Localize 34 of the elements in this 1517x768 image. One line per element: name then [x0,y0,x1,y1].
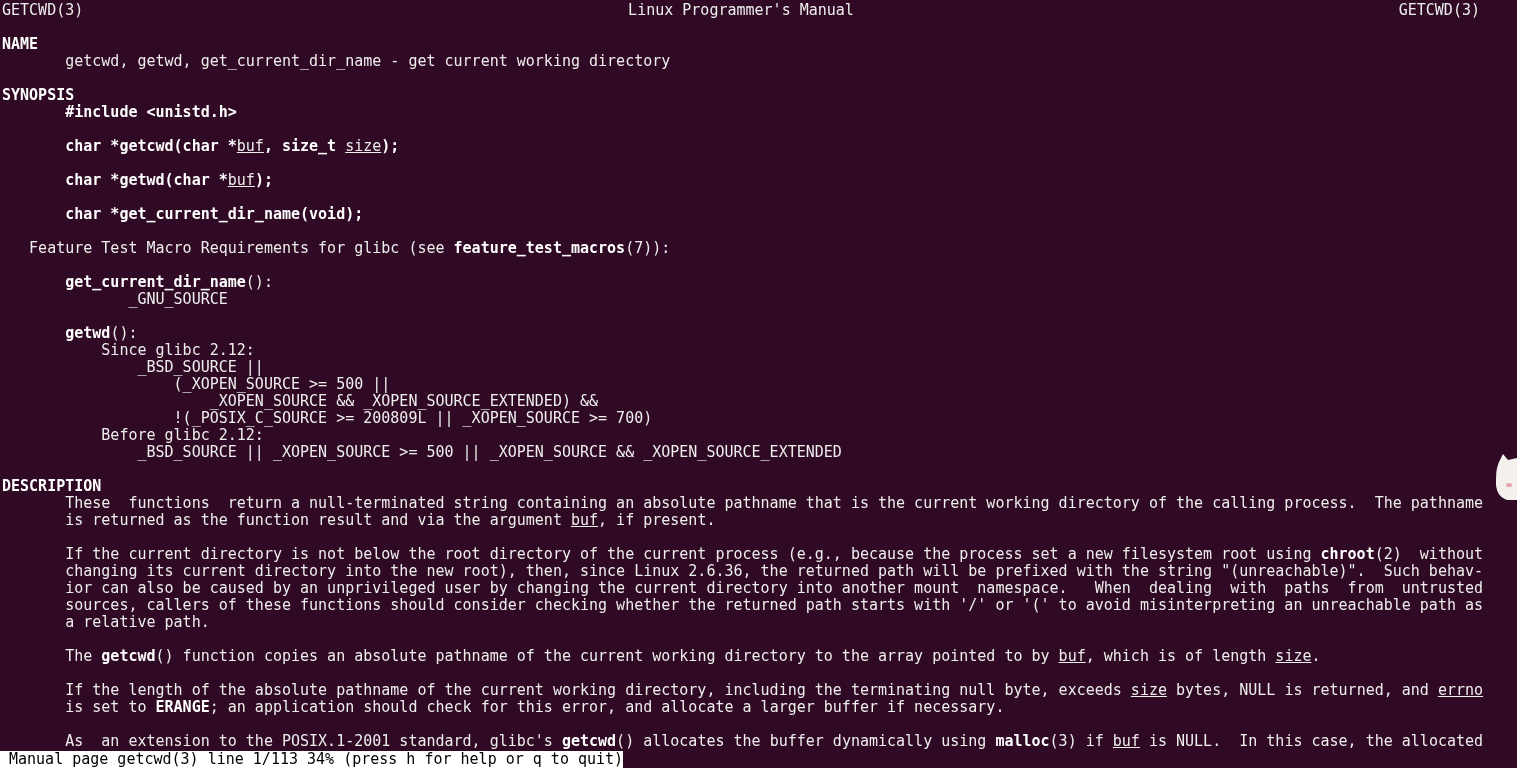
text-line: is set to ERANGE; an application should check for this error, and allocate a larger buffer if necessary. [65,699,1005,716]
text-line: char *get_current_dir_name(void); [65,206,364,223]
text-line: #include <unistd.h> [65,104,237,121]
text-line: (_XOPEN_SOURCE >= 500 || [173,376,391,393]
text-line: a relative path. [65,614,210,631]
text-line: If the current directory is not below the root directory of the current process (e.g., because the process set a new filesystem root using chroot(2) without [65,546,1484,563]
text-line: getcwd, getwd, get_current_dir_name - get current working directory [65,53,671,70]
text-line: As an extension to the POSIX.1-2001 standard, glibc's getcwd() allocates the buffer dynamically using malloc(3) if buf is NULL. In this case, the allocated [65,733,1484,750]
text-line: char *getwd(char *buf); [65,172,273,189]
text-line: char *getcwd(char *buf, size_t size); [65,138,400,155]
page-title: GETCWD(3) [1398,2,1480,19]
text-line: The getcwd() function copies an absolute pathname of the current working directory to the array pointed to by buf, which is of length size. [65,648,1321,665]
manual-title: Linux Programmer's Manual [628,2,854,19]
text-line: _GNU_SOURCE [128,291,228,308]
section-heading: SYNOPSIS [2,87,75,104]
text-line: _XOPEN_SOURCE && _XOPEN_SOURCE_EXTENDED) && [209,393,599,410]
text-line: !(_POSIX_C_SOURCE >= 200809L || _XOPEN_SOURCE >= 700) [173,410,653,427]
text-line: ior can also be caused by an unprivileged user by changing the current directory into another mount namespace. When dealing with paths from untrusted [65,580,1484,597]
text-line: sources, callers of these functions should consider checking whether the returned path starts with '/' or '(' to avoid misinterpreting an unreachable path as [65,597,1484,614]
section-heading: NAME [2,36,39,53]
text-line: Before glibc 2.12: [101,427,264,444]
text-line: If the length of the absolute pathname of the current working directory, including the terminating null byte, exceeds size bytes, NULL is returned, and errno [65,682,1484,699]
text-line: Since glibc 2.12: [101,342,255,359]
text-line: get_current_dir_name(): [65,274,273,291]
text-line: is returned as the function result and via the argument buf, if present. [65,512,716,529]
section-heading: DESCRIPTION [2,478,102,495]
text-line: These functions return a null-terminated string containing an absolute pathname that is the current working directory of the calling process. The pathname [65,495,1484,512]
text-line: _BSD_SOURCE || _XOPEN_SOURCE >= 500 || _XOPEN_SOURCE && _XOPEN_SOURCE_EXTENDED [137,444,842,461]
text-line: getwd(): [65,325,138,342]
text-line: changing its current directory into the new root), then, since Linux 2.6.36, the returned path will be prefixed with the string "(unreachable)". Such behav‐ [65,563,1484,580]
cat-drawing [1493,452,1517,502]
page-title: GETCWD(3) [2,2,84,19]
text-line: Feature Test Macro Requirements for glibc (see feature_test_macros(7)): [29,240,671,257]
text-line: _BSD_SOURCE || [137,359,264,376]
